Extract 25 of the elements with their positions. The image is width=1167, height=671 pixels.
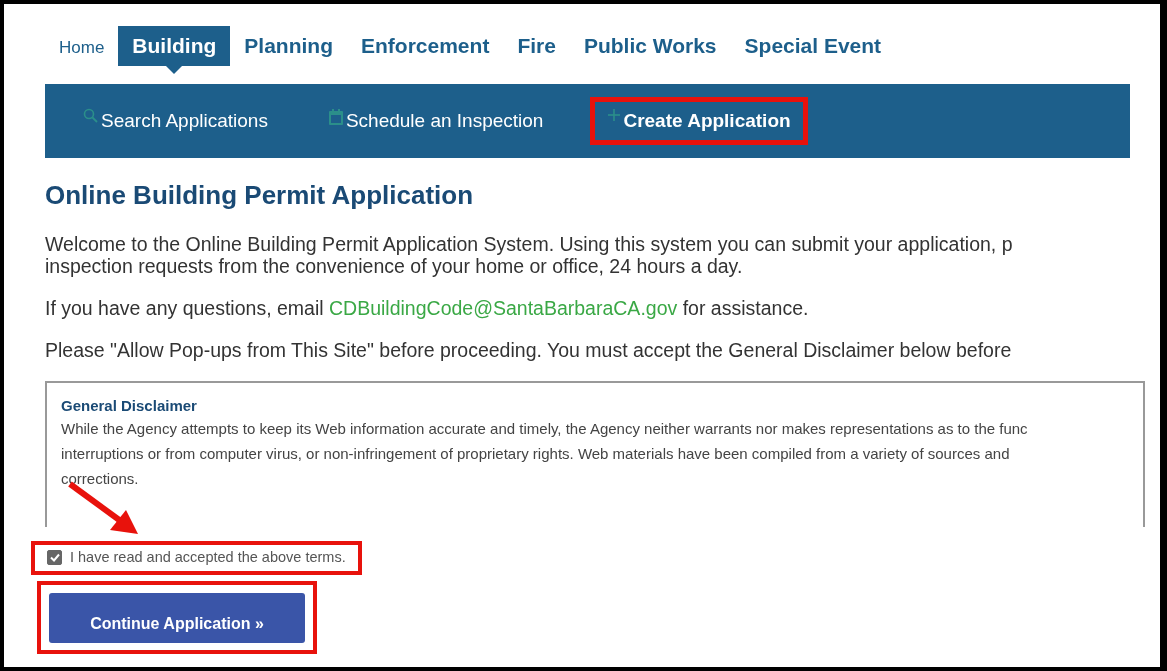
subnav-link[interactable]: Search Applications xyxy=(83,110,268,132)
search-icon xyxy=(83,108,99,124)
calendar-icon xyxy=(327,108,344,126)
nav-tab[interactable]: Home xyxy=(45,30,119,66)
plus-icon xyxy=(607,108,622,122)
disclaimer-text: interruptions or from computer virus, or non-infringement of proprietary rights. Web materials have been compiled from a variety of sources and xyxy=(61,444,1011,464)
tab-pointer-icon xyxy=(166,66,183,74)
subnav-link[interactable]: Schedule an Inspection xyxy=(327,110,544,132)
disclaimer-text: While the Agency attempts to keep its Web information accurate and timely, the Agency neither warrants nor makes representations as to the func xyxy=(61,419,1029,439)
checkbox[interactable] xyxy=(47,549,62,565)
contact-text: If you have any questions, email CDBuildingCode@SantaBarbaraCA.gov for assistance. xyxy=(45,297,810,319)
nav-tab[interactable]: Planning xyxy=(230,26,347,66)
page-title: Online Building Permit Application xyxy=(45,180,475,211)
continue-button[interactable]: Continue Application » xyxy=(49,593,305,643)
nav-tab[interactable]: Fire xyxy=(503,26,570,66)
intro-text: Welcome to the Online Building Permit Application System. Using this system you can submit your application, p xyxy=(45,233,1014,255)
nav-tab[interactable]: Special Event xyxy=(730,26,896,66)
nav-tab[interactable]: Public Works xyxy=(569,26,731,66)
intro-text: inspection requests from the convenience of your home or office, 24 hours a day. xyxy=(45,255,744,277)
nav-tab[interactable]: Enforcement xyxy=(347,26,504,66)
disclaimer-title: General Disclaimer xyxy=(61,397,198,414)
accept-label: I have read and accepted the above terms. xyxy=(70,549,346,565)
disclaimer-text: corrections. xyxy=(61,469,140,489)
subnav-link[interactable]: Create Application xyxy=(607,110,791,132)
popup-note: Please "Allow Pop-ups from This Site" before proceeding. You must accept the General Disclaimer below before xyxy=(45,339,1013,361)
